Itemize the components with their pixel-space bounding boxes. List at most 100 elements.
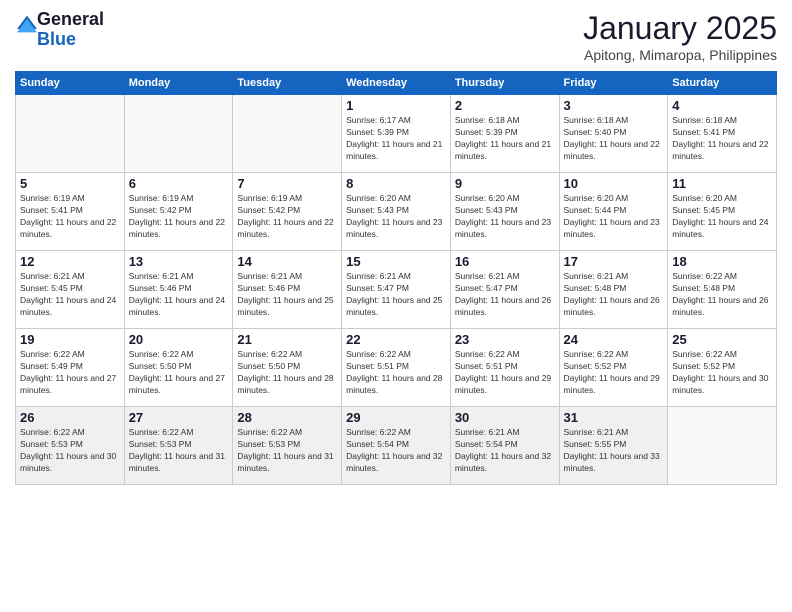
day-info: Sunrise: 6:21 AM Sunset: 5:47 PM Dayligh… bbox=[455, 271, 555, 319]
calendar-cell: 20Sunrise: 6:22 AM Sunset: 5:50 PM Dayli… bbox=[124, 329, 233, 407]
day-info: Sunrise: 6:21 AM Sunset: 5:47 PM Dayligh… bbox=[346, 271, 446, 319]
header-thursday: Thursday bbox=[450, 72, 559, 95]
calendar-cell: 29 Sunrise: 6:22 AM Sunset: 5:54 PM Dayli… bbox=[342, 407, 451, 485]
day-number: 10 bbox=[564, 176, 664, 191]
calendar-cell: 25 Sunrise: 6:22 AM Sunset: 5:52 PM Dayli… bbox=[668, 329, 777, 407]
calendar-cell: 11 Sunrise: 6:20 AM Sunset: 5:45 PM Dayli… bbox=[668, 173, 777, 251]
calendar-cell: 24 Sunrise: 6:22 AM Sunset: 5:52 PM Dayli… bbox=[559, 329, 668, 407]
day-info: Sunrise: 6:21 AM Sunset: 5:54 PM Dayligh… bbox=[455, 427, 555, 475]
day-info: Sunrise: 6:21 AM Sunset: 5:46 PM Dayligh… bbox=[237, 271, 337, 319]
day-number: 4 bbox=[672, 98, 772, 113]
day-number: 9 bbox=[455, 176, 555, 191]
calendar-cell: 27 Sunrise: 6:22 AM Sunset: 5:53 PM Dayli… bbox=[124, 407, 233, 485]
calendar-cell: 31 Sunrise: 6:21 AM Sunset: 5:55 PM Dayli… bbox=[559, 407, 668, 485]
day-number: 24 bbox=[564, 332, 664, 347]
calendar-cell: 12 Sunrise: 6:21 AM Sunset: 5:45 PM Dayli… bbox=[16, 251, 125, 329]
day-number: 2 bbox=[455, 98, 555, 113]
calendar-cell: 15 Sunrise: 6:21 AM Sunset: 5:47 PM Dayli… bbox=[342, 251, 451, 329]
day-info: Sunrise: 6:19 AM Sunset: 5:41 PM Dayligh… bbox=[20, 193, 120, 241]
day-info: Sunrise: 6:22 AM Sunset: 5:50 PM Dayligh… bbox=[237, 349, 337, 397]
day-number: 1 bbox=[346, 98, 446, 113]
calendar-cell: 6Sunrise: 6:19 AM Sunset: 5:42 PM Daylig… bbox=[124, 173, 233, 251]
day-info: Sunrise: 6:21 AM Sunset: 5:55 PM Dayligh… bbox=[564, 427, 664, 475]
day-info: Sunrise: 6:22 AM Sunset: 5:54 PM Dayligh… bbox=[346, 427, 446, 475]
calendar-cell: 2 Sunrise: 6:18 AM Sunset: 5:39 PM Daylig… bbox=[450, 95, 559, 173]
day-info: Sunrise: 6:21 AM Sunset: 5:45 PM Dayligh… bbox=[20, 271, 120, 319]
day-info: Sunrise: 6:21 AM Sunset: 5:48 PM Dayligh… bbox=[564, 271, 664, 319]
day-info: Sunrise: 6:22 AM Sunset: 5:52 PM Dayligh… bbox=[564, 349, 664, 397]
day-number: 26 bbox=[20, 410, 120, 425]
day-number: 13 bbox=[129, 254, 229, 269]
header-monday: Monday bbox=[124, 72, 233, 95]
day-number: 12 bbox=[20, 254, 120, 269]
day-number: 15 bbox=[346, 254, 446, 269]
day-info: Sunrise: 6:21 AM Sunset: 5:46 PM Dayligh… bbox=[129, 271, 229, 319]
calendar-cell: 3 Sunrise: 6:18 AM Sunset: 5:40 PM Daylig… bbox=[559, 95, 668, 173]
calendar-cell: 5 Sunrise: 6:19 AM Sunset: 5:41 PM Daylig… bbox=[16, 173, 125, 251]
calendar-cell: 19Sunrise: 6:22 AM Sunset: 5:49 PM Dayli… bbox=[16, 329, 125, 407]
calendar-week-row: 12 Sunrise: 6:21 AM Sunset: 5:45 PM Dayli… bbox=[16, 251, 777, 329]
day-info: Sunrise: 6:22 AM Sunset: 5:51 PM Dayligh… bbox=[455, 349, 555, 397]
day-info: Sunrise: 6:20 AM Sunset: 5:45 PM Dayligh… bbox=[672, 193, 772, 241]
calendar-cell: 1 Sunrise: 6:17 AM Sunset: 5:39 PM Daylig… bbox=[342, 95, 451, 173]
day-number: 25 bbox=[672, 332, 772, 347]
day-number: 7 bbox=[237, 176, 337, 191]
calendar-cell: 30 Sunrise: 6:21 AM Sunset: 5:54 PM Dayli… bbox=[450, 407, 559, 485]
calendar-cell: 8 Sunrise: 6:20 AM Sunset: 5:43 PM Daylig… bbox=[342, 173, 451, 251]
title-section: January 2025 Apitong, Mimaropa, Philippi… bbox=[583, 10, 777, 63]
day-number: 14 bbox=[237, 254, 337, 269]
day-info: Sunrise: 6:22 AM Sunset: 5:48 PM Dayligh… bbox=[672, 271, 772, 319]
logo: General Blue bbox=[15, 10, 104, 50]
day-number: 22 bbox=[346, 332, 446, 347]
day-number: 11 bbox=[672, 176, 772, 191]
calendar-week-row: 26 Sunrise: 6:22 AM Sunset: 5:53 PM Dayli… bbox=[16, 407, 777, 485]
day-number: 3 bbox=[564, 98, 664, 113]
day-number: 30 bbox=[455, 410, 555, 425]
day-number: 8 bbox=[346, 176, 446, 191]
calendar-cell: 26Sunrise: 6:22 AM Sunset: 5:53 PM Dayli… bbox=[16, 407, 125, 485]
day-info: Sunrise: 6:18 AM Sunset: 5:40 PM Dayligh… bbox=[564, 115, 664, 163]
day-number: 16 bbox=[455, 254, 555, 269]
day-number: 5 bbox=[20, 176, 120, 191]
day-info: Sunrise: 6:18 AM Sunset: 5:39 PM Dayligh… bbox=[455, 115, 555, 163]
day-info: Sunrise: 6:20 AM Sunset: 5:43 PM Dayligh… bbox=[346, 193, 446, 241]
day-info: Sunrise: 6:22 AM Sunset: 5:51 PM Dayligh… bbox=[346, 349, 446, 397]
calendar-cell: 13 Sunrise: 6:21 AM Sunset: 5:46 PM Dayli… bbox=[124, 251, 233, 329]
header-saturday: Saturday bbox=[668, 72, 777, 95]
day-info: Sunrise: 6:22 AM Sunset: 5:53 PM Dayligh… bbox=[129, 427, 229, 475]
day-number: 31 bbox=[564, 410, 664, 425]
day-info: Sunrise: 6:17 AM Sunset: 5:39 PM Dayligh… bbox=[346, 115, 446, 163]
location-title: Apitong, Mimaropa, Philippines bbox=[583, 47, 777, 63]
day-number: 17 bbox=[564, 254, 664, 269]
month-title: January 2025 bbox=[583, 10, 777, 47]
calendar-cell: 28Sunrise: 6:22 AM Sunset: 5:53 PM Dayli… bbox=[233, 407, 342, 485]
calendar-cell bbox=[124, 95, 233, 173]
header-friday: Friday bbox=[559, 72, 668, 95]
logo-blue-text: Blue bbox=[37, 30, 104, 50]
calendar-week-row: 19Sunrise: 6:22 AM Sunset: 5:49 PM Dayli… bbox=[16, 329, 777, 407]
day-info: Sunrise: 6:22 AM Sunset: 5:52 PM Dayligh… bbox=[672, 349, 772, 397]
day-number: 27 bbox=[129, 410, 229, 425]
day-info: Sunrise: 6:19 AM Sunset: 5:42 PM Dayligh… bbox=[129, 193, 229, 241]
day-number: 20 bbox=[129, 332, 229, 347]
calendar-cell: 4 Sunrise: 6:18 AM Sunset: 5:41 PM Daylig… bbox=[668, 95, 777, 173]
calendar-cell: 9Sunrise: 6:20 AM Sunset: 5:43 PM Daylig… bbox=[450, 173, 559, 251]
header-wednesday: Wednesday bbox=[342, 72, 451, 95]
day-number: 23 bbox=[455, 332, 555, 347]
calendar-cell: 16 Sunrise: 6:21 AM Sunset: 5:47 PM Dayli… bbox=[450, 251, 559, 329]
calendar-cell: 18 Sunrise: 6:22 AM Sunset: 5:48 PM Dayli… bbox=[668, 251, 777, 329]
calendar-cell bbox=[233, 95, 342, 173]
calendar-week-row: 5 Sunrise: 6:19 AM Sunset: 5:41 PM Daylig… bbox=[16, 173, 777, 251]
calendar-cell: 23 Sunrise: 6:22 AM Sunset: 5:51 PM Dayli… bbox=[450, 329, 559, 407]
day-number: 18 bbox=[672, 254, 772, 269]
calendar-cell: 14 Sunrise: 6:21 AM Sunset: 5:46 PM Dayli… bbox=[233, 251, 342, 329]
day-number: 29 bbox=[346, 410, 446, 425]
calendar-cell: 17 Sunrise: 6:21 AM Sunset: 5:48 PM Dayli… bbox=[559, 251, 668, 329]
calendar-cell: 22 Sunrise: 6:22 AM Sunset: 5:51 PM Dayli… bbox=[342, 329, 451, 407]
day-info: Sunrise: 6:19 AM Sunset: 5:42 PM Dayligh… bbox=[237, 193, 337, 241]
weekday-header-row: Sunday Monday Tuesday Wednesday Thursday… bbox=[16, 72, 777, 95]
day-info: Sunrise: 6:18 AM Sunset: 5:41 PM Dayligh… bbox=[672, 115, 772, 163]
calendar-cell: 7 Sunrise: 6:19 AM Sunset: 5:42 PM Daylig… bbox=[233, 173, 342, 251]
day-info: Sunrise: 6:22 AM Sunset: 5:53 PM Dayligh… bbox=[237, 427, 337, 475]
calendar-table: Sunday Monday Tuesday Wednesday Thursday… bbox=[15, 71, 777, 485]
